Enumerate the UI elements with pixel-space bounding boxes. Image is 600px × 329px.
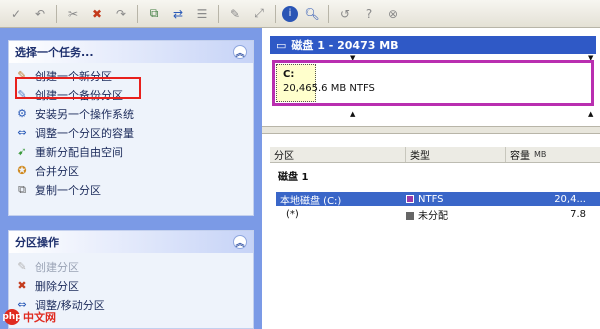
toolbar-separator: [218, 4, 219, 23]
undo-icon[interactable]: ↶: [30, 4, 50, 24]
highlight-box: [15, 77, 141, 99]
table-header: 分区 类型 容量 MB: [270, 147, 600, 163]
task-copy-partition[interactable]: ⧉ 复制一个分区: [9, 180, 253, 199]
type-swatch: [406, 194, 414, 203]
task-resize-partition[interactable]: ⇔ 调整一个分区的容量: [9, 123, 253, 142]
partition-capacity: 20,4...: [554, 193, 586, 205]
install-os-icon: ⚙: [17, 107, 27, 120]
partition-label: C:: [283, 69, 295, 80]
disk-title-bar: ▭ 磁盘 1 - 20473 MB: [270, 36, 596, 54]
disk-title: 磁盘 1 - 20473 MB: [291, 39, 399, 52]
bottom-markers: ▲ ▲: [270, 110, 596, 118]
partition-info: 20,465.6 MB NTFS: [283, 83, 375, 94]
task-panel-header[interactable]: 选择一个任务... ︽: [9, 41, 253, 63]
type-label: NTFS: [418, 193, 444, 205]
properties-icon[interactable]: ☰: [192, 4, 212, 24]
partition-name: (*): [286, 208, 299, 220]
watermark-text: 中文网: [23, 311, 56, 324]
move-icon[interactable]: ⇄: [168, 4, 188, 24]
table-row[interactable]: (*) 未分配 7.8: [276, 207, 600, 222]
collapse-icon[interactable]: ︽: [233, 45, 247, 59]
partition-table: 分区 类型 容量 MB 磁盘 1 本地磁盘 (C:) NTFS 20,4... …: [262, 144, 600, 329]
redo-icon[interactable]: ↷: [111, 4, 131, 24]
task-panel: 选择一个任务... ︽ ✎ 创建一个新分区 ✎ 创建一个备份分区 ⚙ 安装另一个…: [8, 40, 254, 216]
create-partition-icon: ✎: [17, 260, 27, 273]
partition-block[interactable]: C: 20,465.6 MB NTFS: [272, 60, 594, 106]
task-label: 安装另一个操作系统: [35, 107, 134, 121]
type-label: 未分配: [418, 210, 448, 222]
resize-partition-icon: ⇔: [17, 126, 27, 139]
task-redistribute-free-space[interactable]: ➹ 重新分配自由空间: [9, 142, 253, 161]
pane-splitter[interactable]: [262, 126, 600, 134]
resize-icon[interactable]: ⤢: [249, 4, 269, 24]
help-icon[interactable]: ?: [359, 4, 379, 24]
task-label: 重新分配自由空间: [35, 145, 123, 159]
task-label: 合并分区: [35, 164, 79, 178]
wizard-icon[interactable]: ✎: [225, 4, 245, 24]
toolbar: ✓ ↶ ✂ ✖ ↷ ⧉ ⇄ ☰ ✎ ⤢ i 🔍︎ ↺ ? ⊗: [0, 0, 600, 28]
redistribute-icon: ➹: [17, 145, 27, 158]
task-label: 调整一个分区的容量: [35, 126, 134, 140]
task-pane: 选择一个任务... ︽ ✎ 创建一个新分区 ✎ 创建一个备份分区 ⚙ 安装另一个…: [0, 28, 262, 329]
partition-type: 未分配: [406, 207, 506, 222]
capacity-unit: MB: [534, 150, 547, 159]
column-header-capacity[interactable]: 容量 MB: [506, 147, 600, 162]
partition-ops-header[interactable]: 分区操作 ︽: [9, 231, 253, 253]
watermark: php 中文网: [2, 308, 84, 326]
watermark-logo: php: [2, 309, 22, 325]
op-delete-partition[interactable]: ✖ 删除分区: [9, 276, 253, 295]
partition-type: NTFS: [406, 194, 506, 205]
marker-icon: ▲: [350, 110, 356, 118]
delete-icon[interactable]: ✖: [87, 4, 107, 24]
task-install-os[interactable]: ⚙ 安装另一个操作系统: [9, 104, 253, 123]
back-icon[interactable]: ↺: [335, 4, 355, 24]
column-header-partition[interactable]: 分区: [270, 147, 406, 162]
header-label: 容量: [510, 151, 530, 162]
marker-icon: ▲: [588, 110, 594, 118]
table-row[interactable]: 本地磁盘 (C:) NTFS 20,4...: [276, 192, 600, 207]
toolbar-separator: [275, 4, 276, 23]
copy-partition-icon: ⧉: [18, 182, 26, 196]
task-panel-title: 选择一个任务...: [15, 46, 94, 59]
disk-group-label: 磁盘 1: [278, 172, 309, 183]
partition-name: 本地磁盘 (C:): [280, 195, 342, 207]
header-label: 分区: [274, 151, 294, 162]
delete-icon: ✖: [17, 279, 27, 292]
header-label: 类型: [410, 151, 430, 162]
task-label: 复制一个分区: [35, 183, 101, 197]
toolbar-separator: [56, 4, 57, 23]
column-header-type[interactable]: 类型: [406, 147, 506, 162]
partition-capacity: 7.8: [570, 208, 586, 220]
partition-ops-title: 分区操作: [15, 236, 59, 249]
collapse-icon[interactable]: ︽: [233, 235, 247, 249]
toolbar-separator: [137, 4, 138, 23]
task-merge-partitions[interactable]: ✪ 合并分区: [9, 161, 253, 180]
stop-icon[interactable]: ⊗: [383, 4, 403, 24]
toolbar-separator: [328, 4, 329, 23]
info-icon[interactable]: i: [282, 5, 298, 22]
cut-icon[interactable]: ✂: [63, 4, 83, 24]
op-create-partition[interactable]: ✎ 创建分区: [9, 257, 253, 276]
merge-icon: ✪: [17, 164, 27, 177]
op-label: 创建分区: [35, 260, 79, 274]
type-swatch: [406, 211, 414, 220]
disk-icon: ▭: [276, 38, 287, 52]
copy-icon[interactable]: ⧉: [144, 4, 164, 24]
apply-icon[interactable]: ✓: [6, 4, 26, 24]
op-label: 删除分区: [35, 279, 79, 293]
search-icon[interactable]: 🔍︎: [302, 4, 322, 24]
